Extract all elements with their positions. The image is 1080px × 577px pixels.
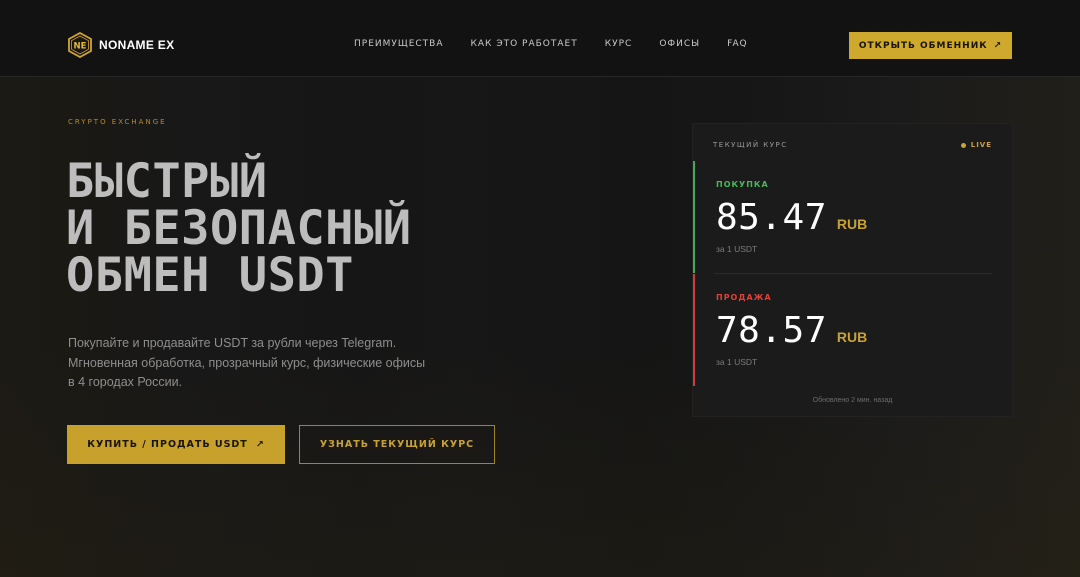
rate-card: ТЕКУЩИЙ КУРС LIVE ПОКУПКА 85.47 RUB за 1…	[692, 123, 1013, 417]
hero-description-line: Покупайте и продавайте USDT за рубли чер…	[68, 336, 397, 350]
nav-link-advantages[interactable]: ПРЕИМУЩЕСТВА	[354, 39, 444, 49]
sell-rate-block: ПРОДАЖА 78.57 RUB за 1 USDT	[693, 274, 1014, 386]
open-exchanger-button[interactable]: ОТКРЫТЬ ОБМЕННИК ↗	[849, 32, 1012, 59]
rate-card-title: ТЕКУЩИЙ КУРС	[713, 141, 788, 149]
live-indicator: LIVE	[960, 141, 992, 149]
main-nav: ПРЕИМУЩЕСТВА КАК ЭТО РАБОТАЕТ КУРС ОФИСЫ…	[354, 39, 775, 49]
hero-title-line: БЫСТРЫЙ	[66, 154, 268, 209]
nav-link-how-it-works[interactable]: КАК ЭТО РАБОТАЕТ	[471, 39, 578, 49]
check-rate-button[interactable]: УЗНАТЬ ТЕКУЩИЙ КУРС	[299, 425, 495, 464]
buy-rate-unit: за 1 USDT	[716, 244, 758, 254]
rate-card-header: ТЕКУЩИЙ КУРС LIVE	[713, 139, 992, 151]
hero-title: БЫСТРЫЙ И БЕЗОПАСНЫЙ ОБМЕН USDT	[66, 158, 412, 299]
hero-eyebrow: CRYPTO EXCHANGE	[68, 118, 167, 126]
logo-text: NONAME EX	[99, 38, 175, 52]
hero-description-line: в 4 городах России.	[68, 375, 183, 389]
nav-link-offices[interactable]: ОФИСЫ	[659, 39, 700, 49]
hero-description-line: Мгновенная обработка, прозрачный курс, ф…	[68, 355, 426, 370]
hero-title-line: И БЕЗОПАСНЫЙ	[66, 201, 412, 256]
sell-rate-currency: RUB	[836, 329, 868, 345]
buy-sell-usdt-button[interactable]: КУПИТЬ / ПРОДАТЬ USDT ↗	[67, 425, 285, 464]
arrow-up-right-icon: ↗	[255, 439, 265, 450]
buy-sell-usdt-label: КУПИТЬ / ПРОДАТЬ USDT	[87, 439, 248, 450]
sell-rate-unit: за 1 USDT	[716, 357, 758, 367]
hero-description: Покупайте и продавайте USDT за рубли чер…	[68, 334, 448, 393]
sell-rate-value: 78.57	[716, 310, 827, 351]
buy-rate-label: ПОКУПКА	[716, 180, 769, 189]
hero-title-line: ОБМЕН USDT	[66, 248, 354, 303]
live-dot-icon	[960, 142, 966, 148]
buy-rate-currency: RUB	[836, 216, 868, 232]
sell-rate-value-row: 78.57 RUB	[716, 310, 867, 351]
buy-rate-block: ПОКУПКА 85.47 RUB за 1 USDT	[693, 161, 1014, 273]
rate-updated-text: Обновлено 2 мин. назад	[812, 397, 893, 404]
sell-rate-label: ПРОДАЖА	[716, 293, 772, 302]
nav-link-rate[interactable]: КУРС	[605, 39, 633, 49]
buy-rate-value: 85.47	[716, 197, 827, 238]
arrow-up-right-icon: ↗	[993, 40, 1003, 51]
logo-mark-text: NE	[74, 42, 87, 52]
buy-rate-value-row: 85.47 RUB	[716, 197, 867, 238]
live-label: LIVE	[970, 141, 992, 149]
logo[interactable]: NE NONAME EX	[67, 32, 174, 58]
site-header: NE NONAME EX ПРЕИМУЩЕСТВА КАК ЭТО РАБОТА…	[0, 0, 1080, 77]
nav-link-faq[interactable]: FAQ	[727, 39, 747, 49]
logo-hexagon-icon: NE	[68, 32, 92, 58]
open-exchanger-label: ОТКРЫТЬ ОБМЕННИК	[858, 40, 988, 51]
